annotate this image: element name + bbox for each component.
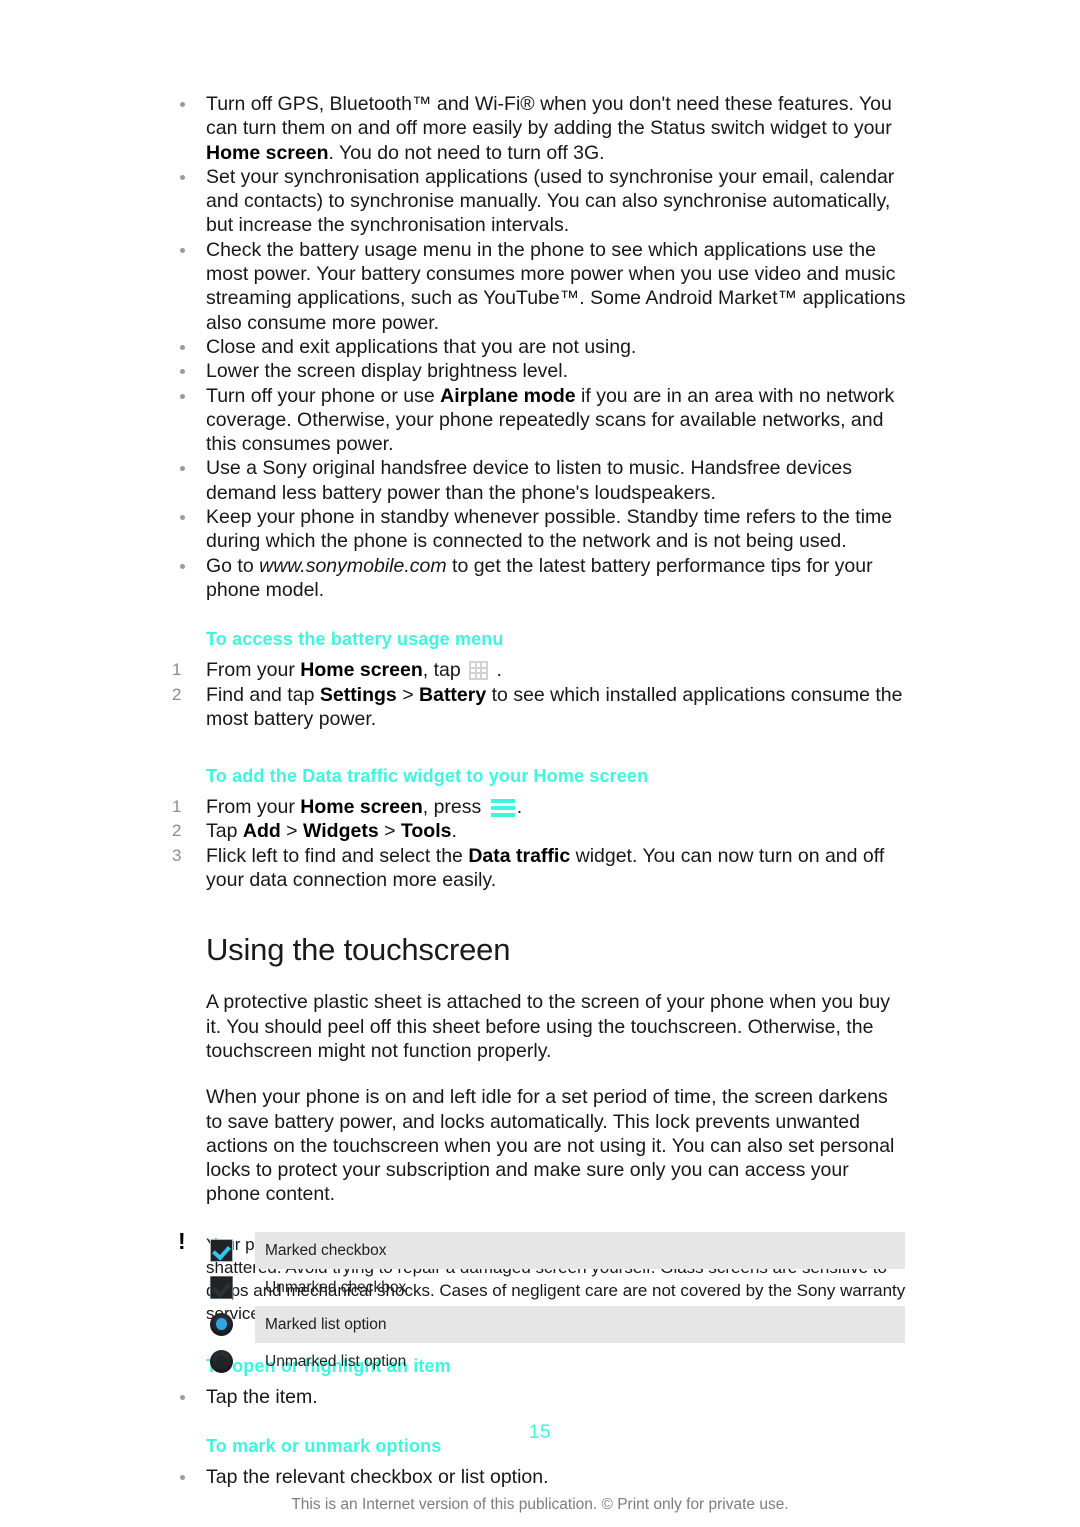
step-item: 3 Flick left to find and select the Data … (172, 844, 907, 893)
list-item: Tap the item. (172, 1385, 907, 1409)
step-item: 2 Find and tap Settings > Battery to see … (172, 683, 907, 732)
table-row: Unmarked list option (205, 1343, 905, 1380)
battery-tips-list: Turn off GPS, Bluetooth™ and Wi-Fi® when… (172, 92, 907, 602)
table-cell-label: Unmarked list option (265, 1353, 407, 1370)
battery-tip-item: Close and exit applications that you are… (172, 335, 907, 359)
footer-note: This is an Internet version of this publ… (291, 1496, 789, 1513)
step-text: From your Home screen, press . (206, 796, 523, 819)
table-row: Marked checkbox (205, 1232, 905, 1269)
document-page: Turn off GPS, Bluetooth™ and Wi-Fi® when… (0, 0, 1080, 1527)
steps-data-traffic-widget: 1 From your Home screen, press . 2 Tap Add … (172, 795, 907, 892)
heading-data-traffic-widget: To add the Data traffic widget to your H… (206, 766, 649, 787)
battery-tip-item: Check the battery usage menu in the phon… (172, 238, 907, 335)
step-item: 1 From your Home screen, tap . (172, 658, 907, 682)
step-text: Find and tap Settings > Battery to see w… (206, 683, 903, 730)
exclamation-icon: ! (178, 1227, 186, 1254)
touchscreen-paragraph-2: When your phone is on and left idle for … (206, 1086, 895, 1206)
app-drawer-icon (469, 661, 489, 681)
list-item: Tap the relevant checkbox or list option… (172, 1465, 907, 1489)
touchscreen-paragraph-1: A protective plastic sheet is attached t… (206, 991, 891, 1062)
step-text: Flick left to find and select the Data t… (206, 844, 885, 892)
mark-unmark-list: Tap the relevant checkbox or list option… (172, 1465, 907, 1489)
step-item: 2 Tap Add > Widgets > Tools. (172, 819, 907, 843)
heading-battery-usage-menu: To access the battery usage menu (206, 629, 504, 650)
marked-checkbox-icon (210, 1239, 234, 1263)
battery-tip-item: Turn off GPS, Bluetooth™ and Wi-Fi® when… (172, 92, 907, 165)
step-text: Tap Add > Widgets > Tools. (206, 820, 457, 843)
options-reference-table: Marked checkbox Unmarked checkbox Marked l… (205, 1232, 905, 1380)
step-number: 1 (172, 797, 182, 817)
table-cell-label: Unmarked checkbox (265, 1279, 407, 1296)
battery-tip-item: Lower the screen display brightness leve… (172, 359, 907, 383)
battery-tip-item: Set your synchronisation applications (u… (172, 165, 907, 238)
battery-tip-item: Keep your phone in standby whenever poss… (172, 505, 907, 554)
open-highlight-list: Tap the item. (172, 1385, 907, 1409)
step-item: 1 From your Home screen, press . (172, 795, 907, 819)
table-row: Unmarked checkbox (205, 1269, 905, 1306)
battery-tip-item: Use a Sony original handsfree device to … (172, 456, 907, 505)
menu-icon (490, 798, 515, 818)
step-number: 1 (172, 660, 182, 680)
table-row: Marked list option (205, 1306, 905, 1343)
steps-battery-usage-menu: 1 From your Home screen, tap . 2 Find and t… (172, 658, 907, 731)
page-title: Using the touchscreen (206, 932, 511, 968)
battery-tip-item: Turn off your phone or use Airplane mode… (172, 384, 907, 457)
step-number: 2 (172, 821, 182, 841)
battery-tip-item: Go to www.sonymobile.com to get the late… (172, 554, 907, 603)
page-number: 15 (528, 1422, 552, 1443)
unmarked-checkbox-icon (210, 1276, 234, 1300)
table-cell-label: Marked list option (255, 1306, 905, 1343)
unmarked-list-option-icon (210, 1350, 234, 1374)
marked-list-option-icon (210, 1313, 234, 1337)
step-number: 2 (172, 684, 182, 704)
table-cell-label: Marked checkbox (255, 1232, 905, 1269)
step-number: 3 (172, 845, 182, 865)
step-text: From your Home screen, tap . (206, 659, 502, 682)
